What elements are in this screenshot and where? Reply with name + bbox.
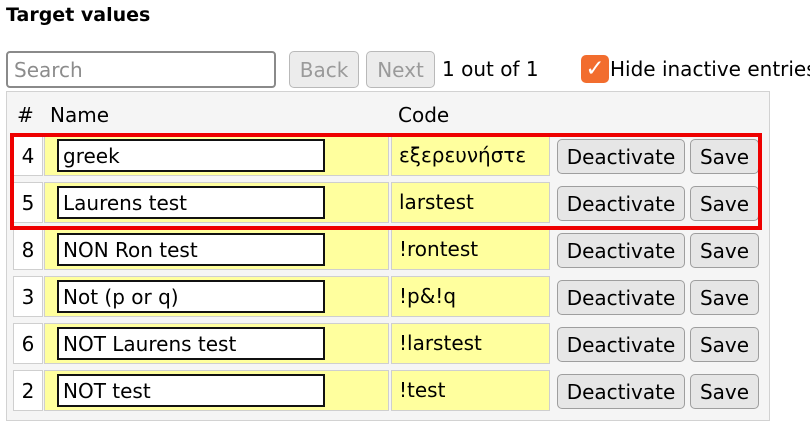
deactivate-button[interactable]: Deactivate bbox=[557, 327, 685, 362]
row-number: 8 bbox=[13, 229, 43, 270]
checkmark-icon: ✓ bbox=[585, 56, 605, 82]
code-cell: εξερευνήστε bbox=[391, 135, 550, 176]
page-title: Target values bbox=[6, 4, 151, 26]
code-cell: !p&!q bbox=[391, 276, 550, 317]
code-cell: !rontest bbox=[391, 229, 550, 270]
code-cell: !larstest bbox=[391, 323, 550, 364]
pager-status: 1 out of 1 bbox=[442, 57, 539, 81]
name-input[interactable] bbox=[57, 374, 325, 407]
hide-inactive-label[interactable]: Hide inactive entries bbox=[610, 57, 810, 81]
back-button[interactable]: Back bbox=[289, 51, 359, 88]
name-input[interactable] bbox=[57, 233, 325, 266]
save-button[interactable]: Save bbox=[690, 374, 759, 409]
name-input[interactable] bbox=[57, 139, 325, 172]
row-number: 5 bbox=[13, 182, 43, 223]
code-cell: !test bbox=[391, 370, 550, 411]
save-button[interactable]: Save bbox=[690, 233, 759, 268]
code-cell: larstest bbox=[391, 182, 550, 223]
row-number: 2 bbox=[13, 370, 43, 411]
deactivate-button[interactable]: Deactivate bbox=[557, 233, 685, 268]
deactivate-button[interactable]: Deactivate bbox=[557, 186, 685, 221]
search-input[interactable] bbox=[6, 51, 276, 88]
column-header-num: # bbox=[17, 103, 34, 127]
name-input[interactable] bbox=[57, 327, 325, 360]
save-button[interactable]: Save bbox=[690, 139, 759, 174]
save-button[interactable]: Save bbox=[690, 280, 759, 315]
row-number: 6 bbox=[13, 323, 43, 364]
next-button[interactable]: Next bbox=[366, 51, 435, 88]
column-header-code: Code bbox=[398, 103, 450, 127]
name-input[interactable] bbox=[57, 280, 325, 313]
deactivate-button[interactable]: Deactivate bbox=[557, 374, 685, 409]
save-button[interactable]: Save bbox=[690, 186, 759, 221]
save-button[interactable]: Save bbox=[690, 327, 759, 362]
name-input[interactable] bbox=[57, 186, 325, 219]
column-header-name: Name bbox=[50, 103, 110, 127]
hide-inactive-checkbox[interactable]: ✓ bbox=[581, 55, 609, 83]
deactivate-button[interactable]: Deactivate bbox=[557, 280, 685, 315]
deactivate-button[interactable]: Deactivate bbox=[557, 139, 685, 174]
row-number: 4 bbox=[13, 135, 43, 176]
row-number: 3 bbox=[13, 276, 43, 317]
